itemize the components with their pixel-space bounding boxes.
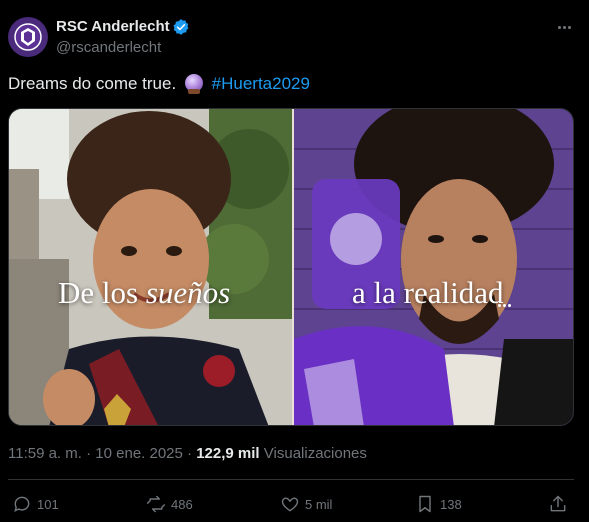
verified-badge-icon — [173, 19, 189, 35]
tweet-date[interactable]: 10 ene. 2025 — [95, 445, 183, 462]
left-caption-italic: sueños — [145, 275, 231, 310]
bookmark-count: 138 — [440, 496, 462, 512]
right-caption: a la realidad — [352, 275, 504, 310]
meta-separator-2: · — [187, 445, 193, 462]
share-button[interactable] — [548, 494, 568, 514]
reply-icon — [14, 496, 30, 512]
more-options-icon[interactable] — [552, 17, 576, 37]
media-right-photo: a la realidad — [294, 109, 573, 425]
divider-line — [8, 479, 574, 480]
left-caption-plain: De los — [58, 275, 146, 310]
views-label: Visualizaciones — [263, 445, 367, 462]
tweet-card: RSC Anderlecht @rscanderlecht Dreams do … — [0, 0, 589, 522]
repost-icon — [146, 495, 166, 513]
account-name[interactable]: RSC Anderlecht — [56, 18, 170, 35]
heart-icon — [281, 497, 299, 512]
repost-count: 486 — [171, 496, 193, 512]
tweet-body: Dreams do come true. — [8, 74, 177, 93]
media-left-photo: De los sueños — [9, 109, 292, 425]
crystal-ball-icon — [184, 74, 203, 94]
avatar[interactable] — [8, 17, 48, 57]
like-count: 5 mil — [305, 496, 333, 512]
adult-photo-illustration — [294, 109, 573, 425]
account-handle[interactable]: @rscanderlecht — [56, 39, 161, 56]
club-crest-icon — [14, 23, 42, 51]
meta-separator: · — [86, 445, 92, 462]
tweet-media[interactable]: De los sueños a la realidad — [8, 108, 574, 426]
views-count: 122,9 mil — [196, 445, 260, 462]
share-icon — [550, 495, 566, 512]
hashtag-link[interactable]: #Huerta2029 — [212, 74, 310, 93]
caption-ellipsis-icon — [498, 304, 514, 308]
tweet-time[interactable]: 11:59 a. m. — [8, 445, 82, 462]
bookmark-icon — [419, 495, 431, 513]
reply-count: 101 — [37, 496, 59, 512]
tweet-text: Dreams do come true. #Huerta2029 — [8, 74, 310, 94]
reply-button[interactable]: 101 — [12, 494, 59, 514]
bookmark-button[interactable]: 138 — [415, 494, 462, 514]
repost-button[interactable]: 486 — [146, 494, 193, 514]
left-caption: De los sueños — [58, 275, 230, 311]
like-button[interactable]: 5 mil — [280, 494, 332, 514]
child-photo-illustration — [9, 109, 292, 425]
tweet-meta: 11:59 a. m. · 10 ene. 2025 · 122,9 mil V… — [8, 445, 367, 462]
